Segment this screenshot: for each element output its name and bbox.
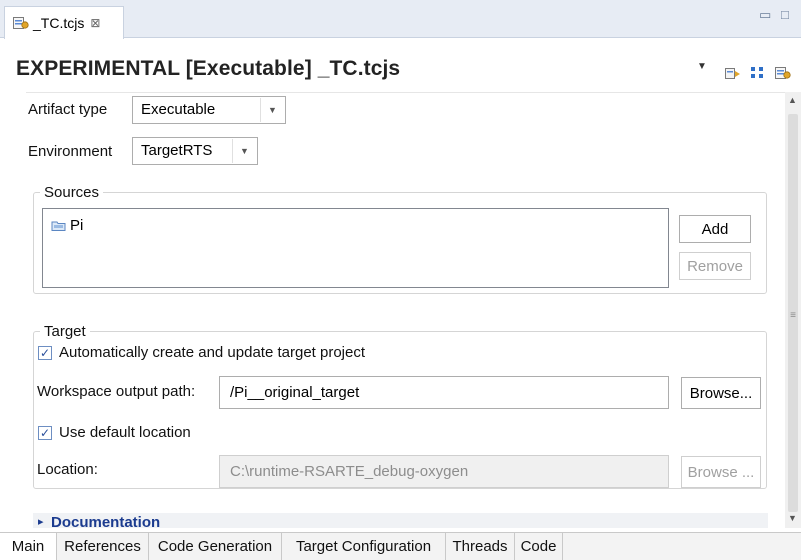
tab-target-configuration[interactable]: Target Configuration <box>282 533 446 560</box>
chevron-down-icon[interactable]: ▼ <box>232 139 256 163</box>
editor-tab-label: _TC.tcjs <box>33 15 85 31</box>
tab-code-generation[interactable]: Code Generation <box>149 533 282 560</box>
form-header: EXPERIMENTAL [Executable] _TC.tcjs ▼ <box>0 39 801 89</box>
sources-list[interactable]: Pi <box>42 208 669 288</box>
target-title: Target <box>40 323 90 340</box>
chevron-down-icon[interactable]: ▼ <box>697 61 707 72</box>
use-default-location-checkbox[interactable]: ✓ <box>38 426 52 440</box>
minimize-icon[interactable]: ▭ <box>759 7 771 23</box>
browse-location-button[interactable]: Browse ... <box>681 456 761 488</box>
sources-title: Sources <box>40 184 104 201</box>
page-title: EXPERIMENTAL [Executable] _TC.tcjs <box>16 57 401 80</box>
use-default-location-label: Use default location <box>59 424 191 441</box>
grip-icon: ≡ <box>790 310 796 321</box>
scroll-down-icon[interactable]: ▼ <box>788 513 797 523</box>
source-item-label: Pi <box>70 217 84 234</box>
artifact-type-value: Executable <box>141 101 216 118</box>
properties-icon[interactable] <box>775 66 791 80</box>
editor-tab-tc[interactable]: _TC.tcjs ⊠ <box>4 6 124 39</box>
folder-icon <box>51 219 67 232</box>
artifact-type-combo[interactable]: Executable ▼ <box>132 96 286 124</box>
scroll-up-icon[interactable]: ▲ <box>788 95 797 105</box>
location-label: Location: <box>37 461 98 478</box>
chevron-right-icon[interactable]: ▸ <box>38 515 44 528</box>
scroll-thumb[interactable]: ≡ <box>788 114 798 512</box>
auto-create-label: Automatically create and update target p… <box>59 344 366 361</box>
hierarchy-icon[interactable] <box>750 66 766 80</box>
vertical-scrollbar[interactable]: ▲ ≡ ▼ <box>785 92 801 528</box>
location-field[interactable]: C:\runtime-RSARTE_debug-oxygen <box>219 455 669 488</box>
chevron-down-icon[interactable]: ▼ <box>260 98 284 122</box>
page-tabs: Main References Code Generation Target C… <box>0 532 801 560</box>
workspace-output-field[interactable]: /Pi__original_target <box>219 376 669 409</box>
browse-output-button[interactable]: Browse... <box>681 377 761 409</box>
documentation-title[interactable]: Documentation <box>51 514 160 531</box>
tab-code[interactable]: Code <box>515 533 563 560</box>
tab-references[interactable]: References <box>57 533 149 560</box>
environment-combo[interactable]: TargetRTS ▼ <box>132 137 258 165</box>
close-icon[interactable]: ⊠ <box>90 16 100 30</box>
list-item[interactable]: Pi <box>51 217 83 234</box>
auto-create-checkbox[interactable]: ✓ <box>38 346 52 360</box>
tab-main[interactable]: Main <box>0 533 57 560</box>
build-icon[interactable] <box>725 66 741 80</box>
editor-tab-bar: _TC.tcjs ⊠ ▭ □ <box>0 0 801 39</box>
workspace-output-label: Workspace output path: <box>37 383 196 400</box>
add-button[interactable]: Add <box>679 215 751 243</box>
artifact-type-label: Artifact type <box>28 101 108 118</box>
tc-file-icon <box>13 16 29 30</box>
maximize-icon[interactable]: □ <box>781 7 789 22</box>
remove-button[interactable]: Remove <box>679 252 751 280</box>
environment-value: TargetRTS <box>141 142 213 159</box>
tab-threads[interactable]: Threads <box>446 533 515 560</box>
environment-label: Environment <box>28 143 113 160</box>
